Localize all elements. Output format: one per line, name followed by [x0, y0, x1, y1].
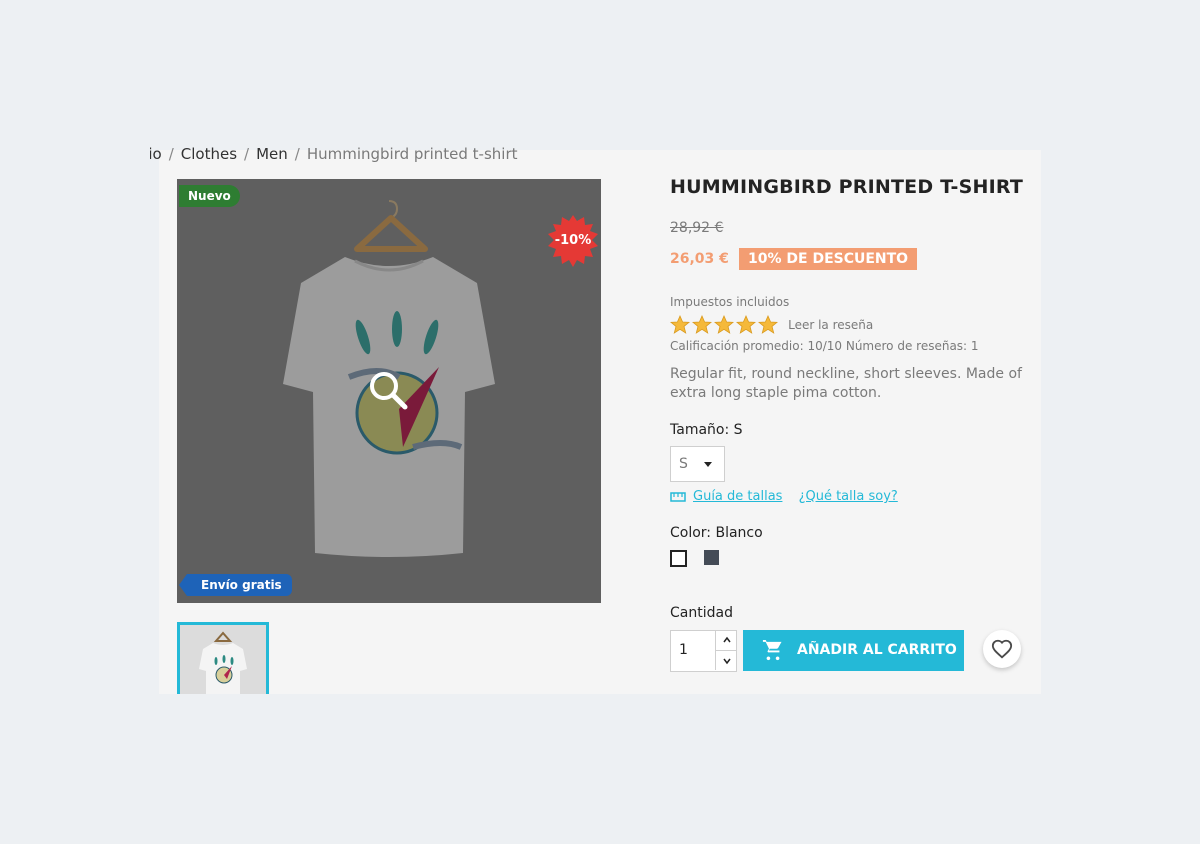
product-description: Regular fit, round neckline, short sleev…: [670, 366, 1022, 401]
quantity-stepper: 1: [670, 630, 737, 672]
rating-stars: Leer la reseña: [670, 314, 873, 334]
chevron-up-icon[interactable]: [715, 631, 737, 651]
star-icon: [692, 314, 712, 334]
breadcrumb-item-men[interactable]: Men: [256, 145, 288, 163]
breadcrumb-item-current: Hummingbird printed t-shirt: [306, 145, 518, 163]
chevron-down-icon: [704, 462, 712, 467]
color-swatch-white[interactable]: [670, 550, 687, 567]
chevron-down-icon[interactable]: [715, 651, 737, 670]
star-icon: [714, 314, 734, 334]
star-icon: [670, 314, 690, 334]
star-icon: [736, 314, 756, 334]
read-review-link[interactable]: Leer la reseña: [788, 318, 873, 332]
tax-label: Impuestos incluidos: [670, 295, 790, 309]
color-swatch-gray[interactable]: [704, 550, 719, 565]
new-badge: Nuevo: [179, 185, 240, 207]
breadcrumb-item-clothes[interactable]: Clothes: [181, 145, 237, 163]
add-to-cart-label: AÑADIR AL CARRITO: [797, 642, 957, 658]
size-select-value: S: [679, 456, 688, 472]
free-shipping-badge: Envío gratis: [179, 574, 292, 596]
breadcrumb: Inicio / Clothes / Men / Hummingbird printed t…: [150, 145, 1041, 167]
breadcrumb-separator: /: [244, 145, 250, 163]
discount-tag: 10% DE DESCUENTO: [739, 248, 918, 270]
size-guide-link[interactable]: Guía de tallas: [693, 489, 782, 504]
wishlist-button[interactable]: [983, 630, 1021, 668]
product-cover-image[interactable]: Nuevo -10% Envío gratis: [177, 179, 601, 603]
breadcrumb-separator: /: [168, 145, 174, 163]
add-to-cart-button[interactable]: AÑADIR AL CARRITO: [743, 630, 964, 671]
quantity-input[interactable]: 1: [679, 642, 688, 658]
discount-badge-label: -10%: [554, 233, 592, 248]
size-guides: Guía de tallas ¿Qué talla soy?: [670, 489, 898, 504]
size-label: Tamaño: S: [670, 422, 743, 438]
ruler-icon: [670, 491, 686, 502]
cart-icon: [762, 640, 782, 661]
quantity-label: Cantidad: [670, 605, 733, 621]
which-size-link[interactable]: ¿Qué talla soy?: [799, 489, 898, 504]
zoom-icon[interactable]: [367, 369, 411, 413]
discount-badge: -10%: [547, 215, 599, 267]
breadcrumb-item-home[interactable]: Inicio: [150, 145, 162, 163]
heart-icon: [991, 639, 1013, 659]
rating-summary: Calificación promedio: 10/10 Número de r…: [670, 339, 979, 353]
regular-price: 28,92 €: [670, 220, 724, 236]
color-label: Color: Blanco: [670, 525, 763, 541]
current-price: 26,03 €: [670, 251, 729, 267]
star-icon: [758, 314, 778, 334]
size-select[interactable]: S: [670, 446, 725, 482]
product-title: HUMMINGBIRD PRINTED T-SHIRT: [670, 176, 1023, 198]
breadcrumb-separator: /: [294, 145, 300, 163]
product-panel: Nuevo -10% Envío gratis HUMMINGBIRD PRIN…: [159, 150, 1041, 694]
product-thumbnail[interactable]: [177, 622, 269, 694]
